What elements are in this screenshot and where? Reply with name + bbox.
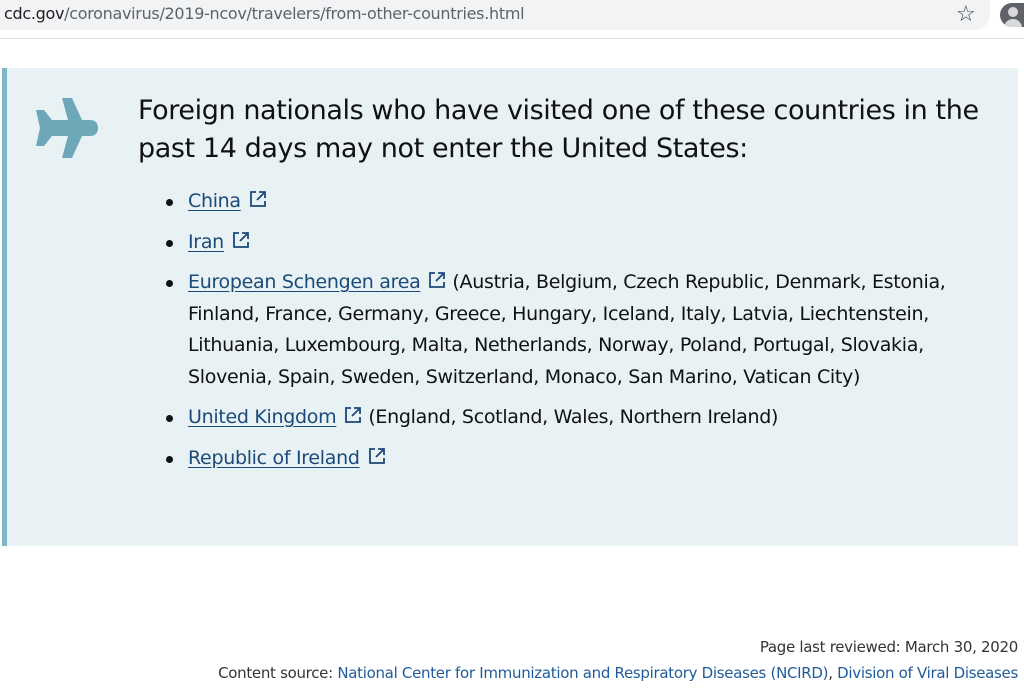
- country-link-ireland[interactable]: Republic of Ireland: [188, 447, 360, 469]
- external-link-icon[interactable]: [428, 271, 446, 289]
- content-source: Content source: National Center for Immu…: [120, 660, 1018, 686]
- list-item: United Kingdom (England, Scotland, Wales,…: [160, 402, 980, 434]
- list-item: China: [160, 186, 980, 218]
- uk-countries-text: (England, Scotland, Wales, Northern Irel…: [368, 406, 779, 428]
- separator: ,: [828, 664, 838, 682]
- external-link-icon[interactable]: [344, 406, 362, 424]
- airplane-icon: [36, 98, 98, 158]
- address-bar[interactable]: cdc.gov/coronavirus/2019-ncov/travelers/…: [0, 0, 990, 30]
- page-last-reviewed: Page last reviewed: March 30, 2020: [759, 638, 1018, 656]
- country-link-schengen[interactable]: European Schengen area: [188, 271, 421, 293]
- star-icon[interactable]: ☆: [956, 2, 976, 28]
- url-domain: cdc.gov: [4, 4, 65, 23]
- list-item: Republic of Ireland: [160, 443, 980, 475]
- country-link-iran[interactable]: Iran: [188, 231, 224, 253]
- ncird-link[interactable]: National Center for Immunization and Res…: [337, 664, 828, 682]
- country-list: China Iran European Schengen area (Austri…: [160, 186, 980, 483]
- content-source-label: Content source:: [218, 664, 338, 682]
- profile-icon[interactable]: [1000, 3, 1024, 27]
- list-item: European Schengen area (Austria, Belgium,…: [160, 267, 980, 393]
- external-link-icon[interactable]: [368, 447, 386, 465]
- list-item: Iran: [160, 227, 980, 259]
- url-text[interactable]: cdc.gov/coronavirus/2019-ncov/travelers/…: [4, 4, 525, 23]
- country-link-uk[interactable]: United Kingdom: [188, 406, 337, 428]
- page-footer: Page last reviewed: March 30, 2020 Conte…: [120, 634, 1018, 686]
- browser-toolbar: cdc.gov/coronavirus/2019-ncov/travelers/…: [0, 0, 1024, 39]
- external-link-icon[interactable]: [249, 190, 267, 208]
- callout-heading: Foreign nationals who have visited one o…: [138, 95, 979, 164]
- viral-diseases-link[interactable]: Division of Viral Diseases: [837, 664, 1018, 682]
- country-link-china[interactable]: China: [188, 190, 241, 212]
- url-path: /coronavirus/2019-ncov/travelers/from-ot…: [64, 4, 525, 23]
- external-link-icon[interactable]: [232, 231, 250, 249]
